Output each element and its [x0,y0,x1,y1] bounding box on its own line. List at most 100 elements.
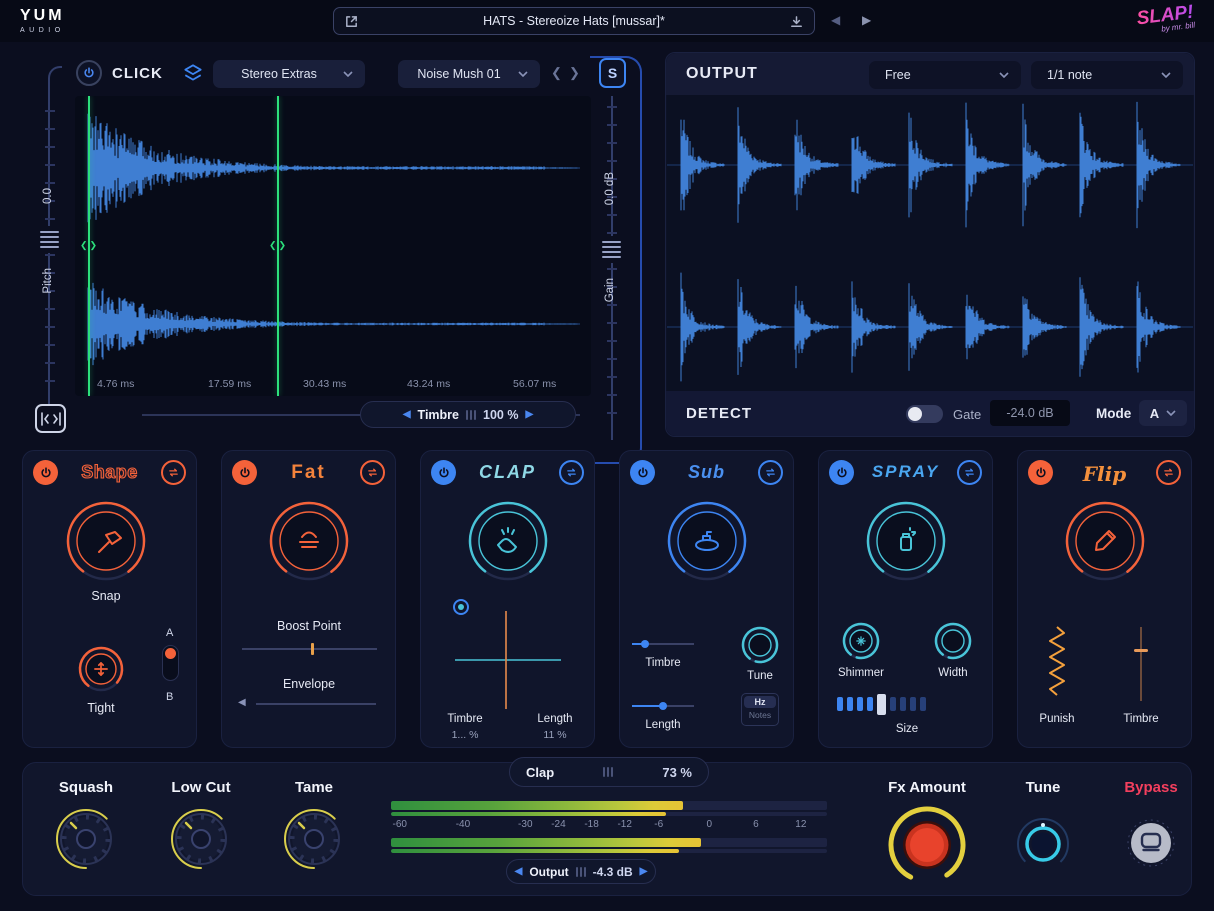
decrease-arrow-icon[interactable]: ◀ [403,409,411,420]
clap-power-button[interactable] [431,460,456,485]
preset-forward-button[interactable]: ▶ [862,13,871,27]
preset-back-button[interactable]: ◀ [831,13,840,27]
click-layer-dropdown[interactable]: Stereo Extras [213,60,365,88]
export-preset-icon[interactable] [344,14,359,29]
tune-knob[interactable] [1016,817,1070,871]
clap-randomize-button[interactable] [559,460,584,485]
fx-amount-knob[interactable] [885,803,969,887]
bypass-button[interactable] [1127,819,1175,867]
end-marker[interactable]: ❮❯ [277,96,279,396]
output-gain-slider[interactable]: ◀ Output -4.3 dB ▶ [506,859,656,884]
click-waveform-display[interactable]: ❮❯ ❮❯ 4.76 ms 17.59 ms 30.43 ms 43.24 ms… [75,96,591,396]
gain-handle[interactable] [602,236,621,263]
level-meter: -60 -40 -30 -24 -18 -12 -6 0 6 12 [391,801,827,855]
marker-handle-icon[interactable]: ❮❯ [269,240,288,251]
click-power-button[interactable] [76,60,102,86]
shape-snap-knob[interactable] [64,499,148,583]
flip-main-knob[interactable] [1063,499,1147,583]
shape-randomize-button[interactable] [161,460,186,485]
click-timbre-slider[interactable]: ◀ Timbre 100 % ▶ [360,401,576,428]
fat-power-button[interactable] [232,460,257,485]
fat-randomize-button[interactable] [360,460,385,485]
ab-toggle[interactable] [162,645,179,681]
start-marker[interactable]: ❮❯ [88,96,90,396]
gate-label: Gate [953,407,981,422]
shape-power-button[interactable] [33,460,58,485]
mode-dropdown[interactable]: A [1139,400,1187,426]
pitch-slider[interactable]: 0.0 Pitch [36,66,64,440]
shimmer-knob[interactable] [839,619,883,663]
punish-slider[interactable] [1044,623,1070,703]
sample-prev-button[interactable]: ❮ [551,65,562,81]
spray-can-icon [886,521,926,561]
tighten-icon [88,656,114,682]
pitch-handle[interactable] [40,226,59,253]
sample-next-button[interactable]: ❯ [569,65,580,81]
marker-handle-icon[interactable]: ❮❯ [80,240,99,251]
sub-timbre-slider[interactable] [632,643,694,645]
clap-main-knob[interactable] [466,499,550,583]
tame-knob[interactable] [282,807,346,871]
gate-threshold-field[interactable]: -24.0 dB [990,400,1070,426]
zoom-range-icon [41,412,61,426]
shape-tight-knob[interactable] [77,645,125,693]
sub-power-button[interactable] [630,460,655,485]
sub-main-knob[interactable] [665,499,749,583]
flip-randomize-button[interactable] [1156,460,1181,485]
output-waveform-display[interactable] [667,95,1193,392]
flip-timbre-handle[interactable] [1134,649,1148,652]
clap-send-value: 73 % [662,765,692,780]
click-sample-dropdown[interactable]: Noise Mush 01 [398,60,540,88]
sub-tune-label: Tune [738,670,782,682]
lowcut-label: Low Cut [161,779,241,796]
squash-knob[interactable] [54,807,118,871]
flip-power-button[interactable] [1028,460,1053,485]
sub-length-handle[interactable] [659,702,667,710]
save-preset-icon[interactable] [789,14,804,29]
sync-dropdown[interactable]: Free [869,61,1021,89]
output-gain-label: Output [529,865,568,879]
envelope-direction-icon[interactable]: ◀ [238,697,246,708]
sub-timbre-label: Timbre [632,657,694,669]
brand-line1: YUM [20,8,65,24]
fx-amount-label: Fx Amount [857,779,997,796]
waveform-zoom-button[interactable] [35,404,66,433]
flip-timbre-slider[interactable] [1140,627,1142,701]
spray-randomize-button[interactable] [957,460,982,485]
width-knob[interactable] [931,619,975,663]
spray-power-button[interactable] [829,460,854,485]
gate-toggle[interactable] [906,405,943,423]
notes-option[interactable]: Notes [742,710,778,720]
sub-randomize-button[interactable] [758,460,783,485]
boost-point-handle[interactable] [311,643,314,655]
gain-slider[interactable]: 0.0 dB Gain [598,96,626,440]
lowcut-knob[interactable] [169,807,233,871]
increase-arrow-icon[interactable]: ▶ [640,866,648,877]
grip-icon [576,867,586,877]
increase-arrow-icon[interactable]: ▶ [525,409,533,420]
sub-tune-knob[interactable] [738,623,782,667]
decrease-arrow-icon[interactable]: ◀ [515,866,523,877]
size-selector[interactable] [837,693,926,715]
time-marker: 30.43 ms [303,378,346,390]
sub-timbre-handle[interactable] [641,640,649,648]
clap-send-slider[interactable]: Clap 73 % [509,757,709,787]
click-solo-button[interactable]: S [599,58,626,88]
layer-dropdown-value: Stereo Extras [225,67,333,81]
plugin-window: YUM AUDIO HATS - Stereoize Hats [mussar]… [0,0,1214,911]
hz-notes-toggle[interactable]: Hz Notes [741,693,779,726]
pitch-value: 0.0 [42,188,54,204]
spray-title: SPRAY [855,462,956,482]
swap-arrows-icon [764,466,777,479]
note-dropdown[interactable]: 1/1 note [1031,61,1183,89]
boost-point-slider[interactable] [242,648,377,650]
sub-length-slider[interactable] [632,705,694,707]
spray-main-knob[interactable] [864,499,948,583]
preset-browser[interactable]: HATS - Stereoize Hats [mussar]* [333,7,815,35]
fat-main-knob[interactable] [267,499,351,583]
meter-bar-out-r [391,849,827,853]
hz-option[interactable]: Hz [744,696,776,708]
layers-icon[interactable] [182,62,204,84]
envelope-slider[interactable] [256,703,376,705]
clap-xy-pad[interactable] [451,609,567,713]
